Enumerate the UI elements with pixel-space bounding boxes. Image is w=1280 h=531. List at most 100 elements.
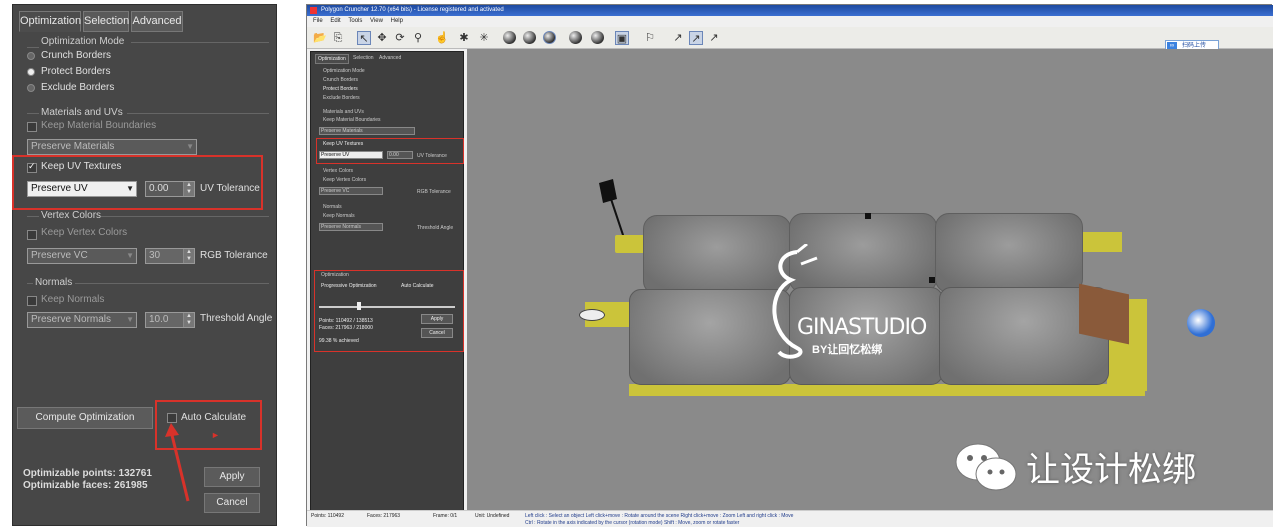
shade-wire-icon[interactable] bbox=[503, 31, 516, 44]
navigation-icon[interactable] bbox=[1187, 309, 1215, 337]
keep-vertex-colors-checkbox[interactable] bbox=[27, 230, 37, 240]
side-auto-calculate[interactable]: Auto Calculate bbox=[401, 283, 434, 289]
highlight-uv-box bbox=[12, 155, 263, 210]
side-tab-selection[interactable]: Selection bbox=[353, 55, 374, 61]
crunch-borders-label: Crunch Borders bbox=[41, 50, 112, 61]
sofa-base bbox=[629, 384, 1145, 396]
keep-material-boundaries-label: Keep Material Boundaries bbox=[41, 120, 157, 131]
optimizable-faces: Optimizable faces: 261985 bbox=[23, 480, 148, 491]
selection-handle[interactable] bbox=[929, 277, 935, 283]
menu-file[interactable]: File bbox=[313, 18, 323, 24]
status-faces: Faces: 217963 bbox=[367, 513, 401, 519]
radio-crunch[interactable] bbox=[27, 52, 35, 60]
keep-vertex-colors-label: Keep Vertex Colors bbox=[41, 227, 128, 238]
side-exclude[interactable]: Exclude Borders bbox=[323, 95, 360, 101]
normals-title: Normals bbox=[35, 277, 73, 288]
vertex-colors-title: Vertex Colors bbox=[41, 210, 102, 221]
menu-edit[interactable]: Edit bbox=[330, 18, 340, 24]
optimization-mode-title: Optimization Mode bbox=[41, 36, 125, 47]
side-optimization-title: Optimization bbox=[321, 272, 349, 278]
radio-protect[interactable] bbox=[27, 68, 35, 76]
move-icon[interactable]: ✥ bbox=[375, 31, 389, 45]
preserve-materials-dropdown[interactable]: Preserve Materials ▼ bbox=[27, 139, 197, 155]
side-apply-button[interactable]: Apply bbox=[421, 314, 453, 324]
protect-borders-label: Protect Borders bbox=[41, 66, 111, 77]
open-icon[interactable]: 📂 bbox=[313, 31, 327, 45]
side-preserve-normals[interactable]: Preserve Normals bbox=[319, 223, 383, 231]
preserve-materials-value: Preserve Materials bbox=[31, 141, 115, 152]
keep-material-boundaries-checkbox[interactable] bbox=[27, 122, 37, 132]
rgb-tolerance-value: 30 bbox=[149, 250, 161, 261]
slider-thumb[interactable] bbox=[357, 302, 361, 310]
side-tab-optimization[interactable]: Optimization bbox=[315, 54, 349, 64]
preserve-normals-value: Preserve Normals bbox=[31, 314, 112, 325]
radio-exclude[interactable] bbox=[27, 84, 35, 92]
shade-flat-icon[interactable] bbox=[523, 31, 536, 44]
selection-handle[interactable] bbox=[865, 213, 871, 219]
status-hint-2: Ctrl : Rotate in the axis indicated by t… bbox=[525, 520, 740, 526]
tab-selection[interactable]: Selection bbox=[83, 11, 129, 32]
rgb-tolerance-spinner[interactable]: 30 ▲ ▼ bbox=[145, 248, 195, 264]
arrow-ne2-icon[interactable]: ↗ bbox=[689, 31, 703, 45]
status-unit: Unit: Undefined bbox=[475, 513, 510, 519]
cup-model bbox=[579, 309, 605, 321]
apply-button[interactable]: Apply bbox=[204, 467, 260, 487]
side-table-right bbox=[1082, 232, 1122, 252]
chevron-down-icon: ▼ bbox=[126, 315, 134, 324]
shade-light-icon[interactable] bbox=[591, 31, 604, 44]
shade-texture-icon[interactable] bbox=[569, 31, 582, 44]
side-normals: Normals bbox=[323, 204, 342, 210]
rotate-icon[interactable]: ⟳ bbox=[393, 31, 407, 45]
spinner-arrows-icon[interactable]: ▲ ▼ bbox=[183, 313, 194, 327]
hand-icon[interactable]: ☝ bbox=[435, 31, 449, 45]
side-protect[interactable]: Protect Borders bbox=[323, 86, 358, 92]
tab-advanced[interactable]: Advanced bbox=[131, 11, 183, 32]
bbox-icon[interactable]: ▣ bbox=[615, 31, 629, 45]
menu-help[interactable]: Help bbox=[391, 18, 403, 24]
optimizable-points: Optimizable points: 132761 bbox=[23, 468, 152, 479]
spinner-arrows-icon[interactable]: ▲ ▼ bbox=[183, 249, 194, 263]
menu-tools[interactable]: Tools bbox=[348, 18, 362, 24]
side-preserve-vc[interactable]: Preserve VC bbox=[319, 187, 383, 195]
arrow-ne3-icon[interactable]: ↗ bbox=[707, 31, 721, 45]
keep-normals-label: Keep Normals bbox=[41, 294, 105, 305]
chevron-down-icon: ▼ bbox=[126, 251, 134, 260]
cancel-button[interactable]: Cancel bbox=[204, 493, 260, 513]
shade-smooth-icon[interactable] bbox=[543, 31, 556, 44]
preserve-normals-dropdown[interactable]: Preserve Normals ▼ bbox=[27, 312, 137, 328]
side-keep-normals[interactable]: Keep Normals bbox=[323, 213, 355, 219]
materials-title: Materials and UVs bbox=[41, 107, 123, 118]
progress-slider[interactable] bbox=[319, 306, 455, 308]
side-keep-material[interactable]: Keep Material Boundaries bbox=[323, 117, 381, 123]
optimization-panel: Optimization Selection Advanced Optimiza… bbox=[12, 4, 277, 526]
menu-view[interactable]: View bbox=[370, 18, 383, 24]
side-crunch[interactable]: Crunch Borders bbox=[323, 77, 358, 83]
zoom-icon[interactable]: ⚲ bbox=[411, 31, 425, 45]
wire-icon[interactable]: ✱ bbox=[457, 31, 471, 45]
side-highlight-uv bbox=[316, 138, 464, 164]
status-bar: Points: 110492 Faces: 217963 Frame: 0/1 … bbox=[307, 510, 1273, 527]
light-icon[interactable]: ⚐ bbox=[643, 31, 657, 45]
threshold-angle-spinner[interactable]: 10.0 ▲ ▼ bbox=[145, 312, 195, 328]
select-icon[interactable]: ↖ bbox=[357, 31, 371, 45]
save-icon[interactable]: ⎘ bbox=[331, 31, 345, 45]
side-tab-advanced[interactable]: Advanced bbox=[379, 55, 401, 61]
keep-normals-checkbox[interactable] bbox=[27, 296, 37, 306]
side-keep-vc[interactable]: Keep Vertex Colors bbox=[323, 177, 366, 183]
side-progressive[interactable]: Progressive Optimization bbox=[321, 283, 377, 289]
app-icon bbox=[310, 7, 317, 14]
threshold-angle-label: Threshold Angle bbox=[200, 313, 273, 324]
side-faces: Faces: 217963 / 218000 bbox=[319, 325, 373, 331]
arrow-ne-icon[interactable]: ↗ bbox=[671, 31, 685, 45]
side-threshold-angle: Threshold Angle bbox=[417, 225, 454, 231]
tab-optimization[interactable]: Optimization bbox=[19, 11, 81, 32]
preserve-vc-dropdown[interactable]: Preserve VC ▼ bbox=[27, 248, 137, 264]
status-frame: Frame: 0/1 bbox=[433, 513, 458, 519]
star-icon[interactable]: ✳ bbox=[477, 31, 491, 45]
threshold-angle-value: 10.0 bbox=[149, 314, 169, 325]
window-title: Polygon Cruncher 12.70 (x64 bits) - Lice… bbox=[307, 5, 1273, 16]
side-preserve-materials[interactable]: Preserve Materials bbox=[319, 127, 415, 135]
compute-optimization-button[interactable]: Compute Optimization bbox=[17, 407, 153, 429]
watermark-sub: BY让回忆松绑 bbox=[812, 344, 883, 356]
side-cancel-button[interactable]: Cancel bbox=[421, 328, 453, 338]
